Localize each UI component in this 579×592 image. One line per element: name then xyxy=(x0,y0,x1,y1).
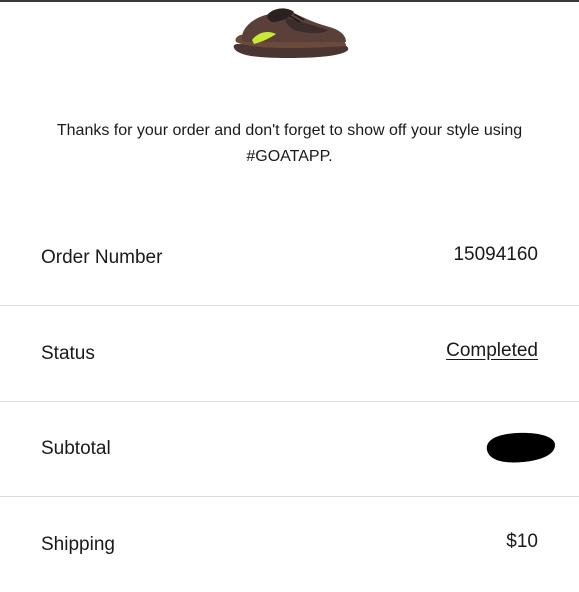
shipping-row: Shipping $10 xyxy=(0,497,579,592)
confirmation-message: Thanks for your order and don't forget t… xyxy=(20,118,559,170)
shipping-label: Shipping xyxy=(41,534,115,555)
status-row: Status Completed xyxy=(0,306,579,402)
sneaker-icon xyxy=(233,8,349,58)
status-label: Status xyxy=(41,343,95,364)
order-number-label: Order Number xyxy=(41,247,163,268)
order-number-row: Order Number 15094160 xyxy=(0,210,579,306)
subtotal-redaction-mark xyxy=(486,432,555,463)
confirmation-message-line1: Thanks for your order and don't forget t… xyxy=(56,122,523,139)
order-number-value: 15094160 xyxy=(453,244,538,265)
shipping-value: $10 xyxy=(506,531,538,552)
top-border xyxy=(0,0,579,2)
confirmation-message-line2: #GOATAPP. xyxy=(246,148,333,165)
subtotal-row: Subtotal xyxy=(0,401,579,497)
subtotal-label: Subtotal xyxy=(41,438,111,459)
status-completed-link[interactable]: Completed xyxy=(446,340,538,362)
product-image xyxy=(228,4,352,62)
